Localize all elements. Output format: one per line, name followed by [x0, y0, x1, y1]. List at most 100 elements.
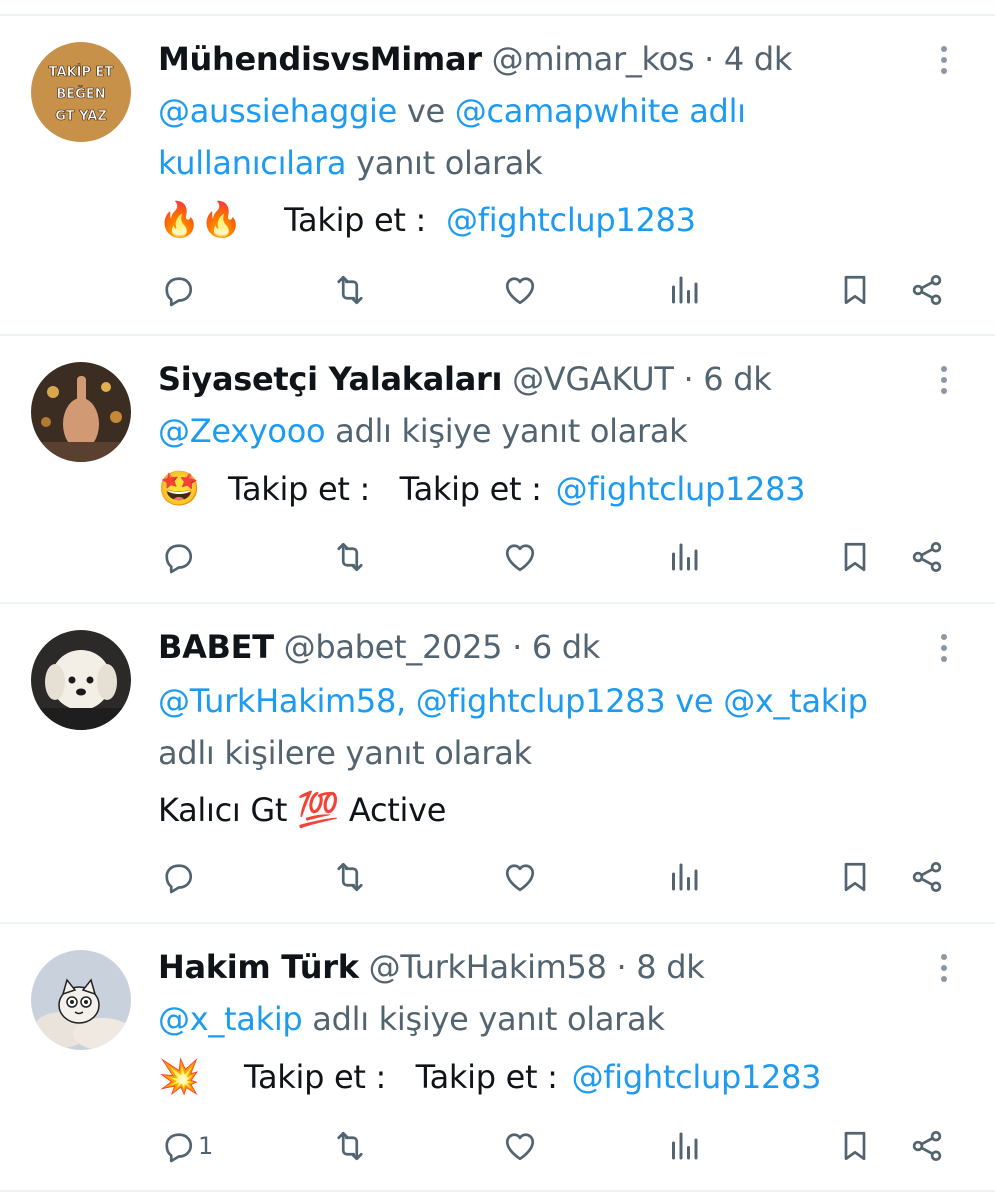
collision-emoji: 💥 — [158, 1057, 201, 1097]
body-text: Takip et : Takip et : — [244, 1058, 558, 1096]
reply-button[interactable] — [160, 854, 198, 900]
reply-text: yanıt olarak — [346, 144, 543, 182]
user-handle[interactable]: @mimar_kos — [492, 40, 695, 78]
avatar-text: GT YAZ — [55, 109, 107, 124]
share-button[interactable] — [909, 534, 945, 580]
bookmark-button[interactable] — [837, 1123, 873, 1169]
display-name[interactable]: Hakim Türk — [158, 948, 359, 986]
reply-context: @aussiehaggie ve @camapwhite adlı — [158, 88, 746, 134]
share-icon — [909, 539, 945, 575]
retweet-button[interactable] — [332, 1123, 368, 1169]
user-handle[interactable]: @VGAKUT — [512, 360, 674, 398]
tweet-header: MühendisvsMimar @mimar_kos · 4 dk — [158, 39, 792, 79]
share-button[interactable] — [909, 267, 945, 313]
avatar[interactable]: TAKİP ET BEĞEN GT YAZ — [31, 42, 131, 142]
mention-link[interactable]: @fightclup1283 — [556, 470, 806, 508]
bookmark-icon — [837, 1128, 873, 1164]
mention-link[interactable]: kullanıcılara — [158, 144, 347, 182]
bookmark-button[interactable] — [837, 267, 873, 313]
tweet[interactable]: BABET @babet_2025 · 6 dk @TurkHakim58, @… — [0, 604, 995, 922]
like-button[interactable] — [502, 1123, 538, 1169]
avatar-text: TAKİP ET — [49, 64, 114, 80]
separator: · — [502, 628, 532, 666]
reply-button[interactable] — [160, 267, 198, 313]
like-icon — [502, 859, 538, 895]
tweet[interactable]: TAKİP ET BEĞEN GT YAZ MühendisvsMimar @m… — [0, 16, 995, 334]
body-text: Takip et : Takip et : — [228, 470, 542, 508]
views-button[interactable] — [666, 1123, 702, 1169]
reply-context: @Zexyooo adlı kişiye yanıt olarak — [158, 408, 688, 454]
share-button[interactable] — [909, 854, 945, 900]
reply-button[interactable] — [160, 534, 198, 580]
display-name[interactable]: Siyasetçi Yalakaları — [158, 360, 502, 398]
timestamp[interactable]: 8 dk — [636, 948, 704, 986]
reply-text: adlı kişiye yanıt olarak — [325, 412, 688, 450]
star-struck-emoji: 🤩 — [158, 469, 201, 509]
like-button[interactable] — [502, 534, 538, 580]
views-button[interactable] — [666, 534, 702, 580]
bookmark-button[interactable] — [837, 534, 873, 580]
retweet-button[interactable] — [332, 534, 368, 580]
mention-link[interactable]: @fightclup1283 — [416, 682, 666, 720]
views-button[interactable] — [666, 267, 702, 313]
mention-link[interactable]: @camapwhite adlı — [455, 92, 746, 130]
body-text: Takip et : — [284, 201, 427, 239]
share-button[interactable] — [909, 1123, 945, 1169]
tweet-text: 💥 Takip et : Takip et : @fightclup1283 — [158, 1054, 822, 1100]
tweet[interactable]: Hakim Türk @TurkHakim58 · 8 dk @x_takip … — [0, 924, 995, 1190]
retweet-icon — [332, 859, 368, 895]
more-icon[interactable] — [930, 628, 958, 668]
tweet-header: BABET @babet_2025 · 6 dk — [158, 627, 600, 667]
timestamp[interactable]: 6 dk — [703, 360, 771, 398]
mention-link[interactable]: @TurkHakim58, — [158, 682, 406, 720]
avatar[interactable] — [31, 362, 131, 462]
mention-link[interactable]: @aussiehaggie — [158, 92, 397, 130]
reply-button[interactable]: 1 — [160, 1123, 213, 1169]
user-handle[interactable]: @TurkHakim58 — [369, 948, 607, 986]
like-button[interactable] — [502, 854, 538, 900]
tweet[interactable]: Siyasetçi Yalakaları @VGAKUT · 6 dk @Zex… — [0, 336, 995, 602]
share-icon — [909, 859, 945, 895]
display-name[interactable]: BABET — [158, 628, 274, 666]
like-icon — [502, 272, 538, 308]
fire-emoji: 🔥🔥 — [158, 200, 243, 240]
more-icon[interactable] — [930, 948, 958, 988]
user-handle[interactable]: @babet_2025 — [284, 628, 503, 666]
like-icon — [502, 1128, 538, 1164]
bookmark-button[interactable] — [837, 854, 873, 900]
retweet-icon — [332, 539, 368, 575]
views-button[interactable] — [666, 854, 702, 900]
avatar[interactable] — [31, 950, 131, 1050]
like-button[interactable] — [502, 267, 538, 313]
body-text: Kalıcı Gt — [158, 791, 297, 829]
views-icon — [666, 1128, 702, 1164]
views-icon — [666, 539, 702, 575]
like-icon — [502, 539, 538, 575]
mention-link[interactable]: @fightclup1283 — [446, 201, 696, 239]
timestamp[interactable]: 4 dk — [724, 40, 792, 78]
reply-icon — [160, 1128, 196, 1164]
tweet-text: Kalıcı Gt 💯 Active — [158, 787, 446, 833]
more-icon[interactable] — [930, 40, 958, 80]
avatar[interactable] — [31, 630, 131, 730]
reply-text: ve — [665, 682, 724, 720]
bookmark-icon — [837, 859, 873, 895]
display-name[interactable]: MühendisvsMimar — [158, 40, 482, 78]
views-icon — [666, 859, 702, 895]
reply-context: @x_takip adlı kişiye yanıt olarak — [158, 996, 665, 1042]
timestamp[interactable]: 6 dk — [532, 628, 600, 666]
tweet-actions: 1 — [0, 1123, 995, 1169]
retweet-button[interactable] — [332, 267, 368, 313]
mention-link[interactable]: @x_takip — [723, 682, 868, 720]
retweet-button[interactable] — [332, 854, 368, 900]
mention-link[interactable]: @Zexyooo — [158, 412, 326, 450]
more-icon[interactable] — [930, 360, 958, 400]
bookmark-icon — [837, 539, 873, 575]
mention-link[interactable]: @fightclup1283 — [572, 1058, 822, 1096]
separator: · — [673, 360, 704, 398]
tweet-text: 🤩 Takip et : Takip et : @fightclup1283 — [158, 466, 806, 512]
reply-context: @TurkHakim58, @fightclup1283 ve @x_takip — [158, 678, 868, 724]
mention-link[interactable]: @x_takip — [158, 1000, 303, 1038]
tweet-actions — [0, 854, 995, 900]
reply-icon — [160, 539, 196, 575]
